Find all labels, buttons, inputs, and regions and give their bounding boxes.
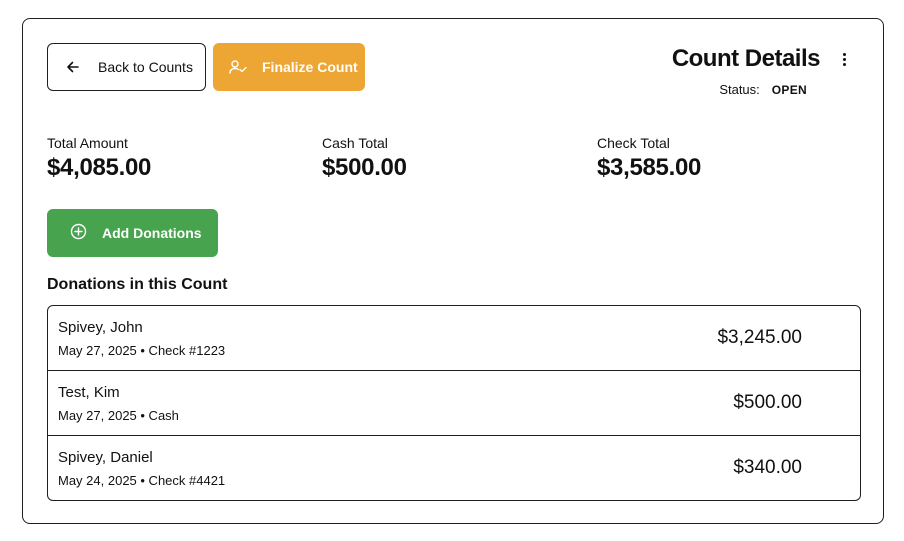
donor-name: Spivey, Daniel xyxy=(58,449,153,466)
check-total-stat: Check Total $3,585.00 xyxy=(597,135,701,182)
total-amount-label: Total Amount xyxy=(47,135,128,151)
check-total-label: Check Total xyxy=(597,135,670,151)
total-amount-stat: Total Amount $4,085.00 xyxy=(47,135,151,182)
count-details-card: Back to Counts Finalize Count Count Deta… xyxy=(22,18,884,524)
donation-meta: May 27, 2025 • Cash xyxy=(58,408,179,423)
donation-amount: $3,245.00 xyxy=(717,327,802,348)
arrow-left-icon xyxy=(66,60,80,74)
add-donations-label: Add Donations xyxy=(102,225,202,241)
donation-meta: May 24, 2025 • Check #4421 xyxy=(58,473,226,488)
finalize-button-label: Finalize Count xyxy=(262,59,358,75)
plus-circle-icon xyxy=(70,223,87,243)
cash-total-stat: Cash Total $500.00 xyxy=(322,135,407,182)
status-line: Status: OPEN xyxy=(719,82,807,97)
check-total-value: $3,585.00 xyxy=(597,154,702,181)
list-item[interactable]: Test, Kim May 27, 2025 • Cash $500.00 xyxy=(48,371,860,436)
donor-name: Spivey, John xyxy=(58,319,143,336)
page-title: Count Details xyxy=(671,45,821,72)
donation-amount: $340.00 xyxy=(733,457,802,478)
donations-list: Spivey, John May 27, 2025 • Check #1223 … xyxy=(47,305,861,501)
list-item[interactable]: Spivey, Daniel May 24, 2025 • Check #442… xyxy=(48,436,860,500)
status-badge: OPEN xyxy=(771,83,807,97)
list-item[interactable]: Spivey, John May 27, 2025 • Check #1223 … xyxy=(48,306,860,371)
status-label: Status: xyxy=(719,82,760,97)
cash-total-value: $500.00 xyxy=(322,154,407,181)
total-amount-value: $4,085.00 xyxy=(47,154,152,181)
back-to-counts-button[interactable]: Back to Counts xyxy=(47,43,206,91)
donor-name: Test, Kim xyxy=(58,384,120,401)
user-check-icon xyxy=(229,59,247,75)
donation-amount: $500.00 xyxy=(733,392,802,413)
add-donations-button[interactable]: Add Donations xyxy=(47,209,218,257)
finalize-count-button[interactable]: Finalize Count xyxy=(213,43,365,91)
cash-total-label: Cash Total xyxy=(322,135,388,151)
donations-section-title: Donations in this Count xyxy=(47,276,228,293)
kebab-menu-icon[interactable] xyxy=(839,51,849,69)
donation-meta: May 27, 2025 • Check #1223 xyxy=(58,343,226,358)
back-button-label: Back to Counts xyxy=(98,59,193,75)
